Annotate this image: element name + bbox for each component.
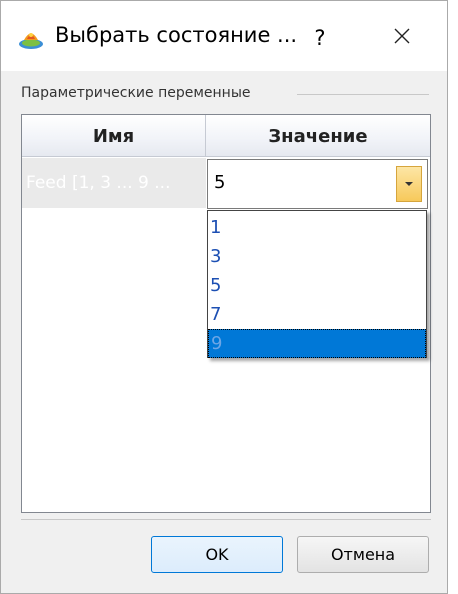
dropdown-option[interactable]: 3	[208, 242, 426, 271]
dropdown-list: 1 3 5 7 9	[207, 210, 427, 358]
window-title: Выбрать состояние ...	[55, 23, 298, 47]
ok-button[interactable]: OK	[151, 536, 283, 573]
title-bar: Выбрать состояние ... ?	[1, 1, 447, 71]
value-combobox[interactable]: 5	[207, 159, 428, 209]
combo-selected-value: 5	[214, 172, 226, 193]
help-button[interactable]: ?	[297, 15, 343, 61]
dropdown-option[interactable]: 1	[208, 213, 426, 242]
dropdown-button[interactable]	[396, 166, 422, 202]
close-icon	[393, 27, 411, 49]
cell-name[interactable]: Feed [1, 3 ... 9 ...	[22, 158, 206, 208]
column-header-name[interactable]: Имя	[22, 115, 206, 157]
cancel-button[interactable]: Отмена	[297, 536, 429, 573]
dropdown-option[interactable]: 7	[208, 300, 426, 329]
dropdown-option-highlighted[interactable]: 9	[208, 329, 426, 358]
grid-header: Имя Значение	[22, 115, 430, 157]
footer-divider	[21, 519, 431, 520]
app-icon	[17, 25, 45, 53]
dropdown-option[interactable]: 5	[208, 271, 426, 300]
close-button[interactable]	[379, 15, 425, 61]
chevron-down-icon	[405, 182, 413, 186]
group-label: Параметрические переменные	[21, 85, 257, 101]
column-header-value[interactable]: Значение	[206, 115, 430, 157]
dialog-window: Выбрать состояние ... ? Параметрические …	[0, 0, 448, 594]
group-divider	[297, 94, 429, 95]
